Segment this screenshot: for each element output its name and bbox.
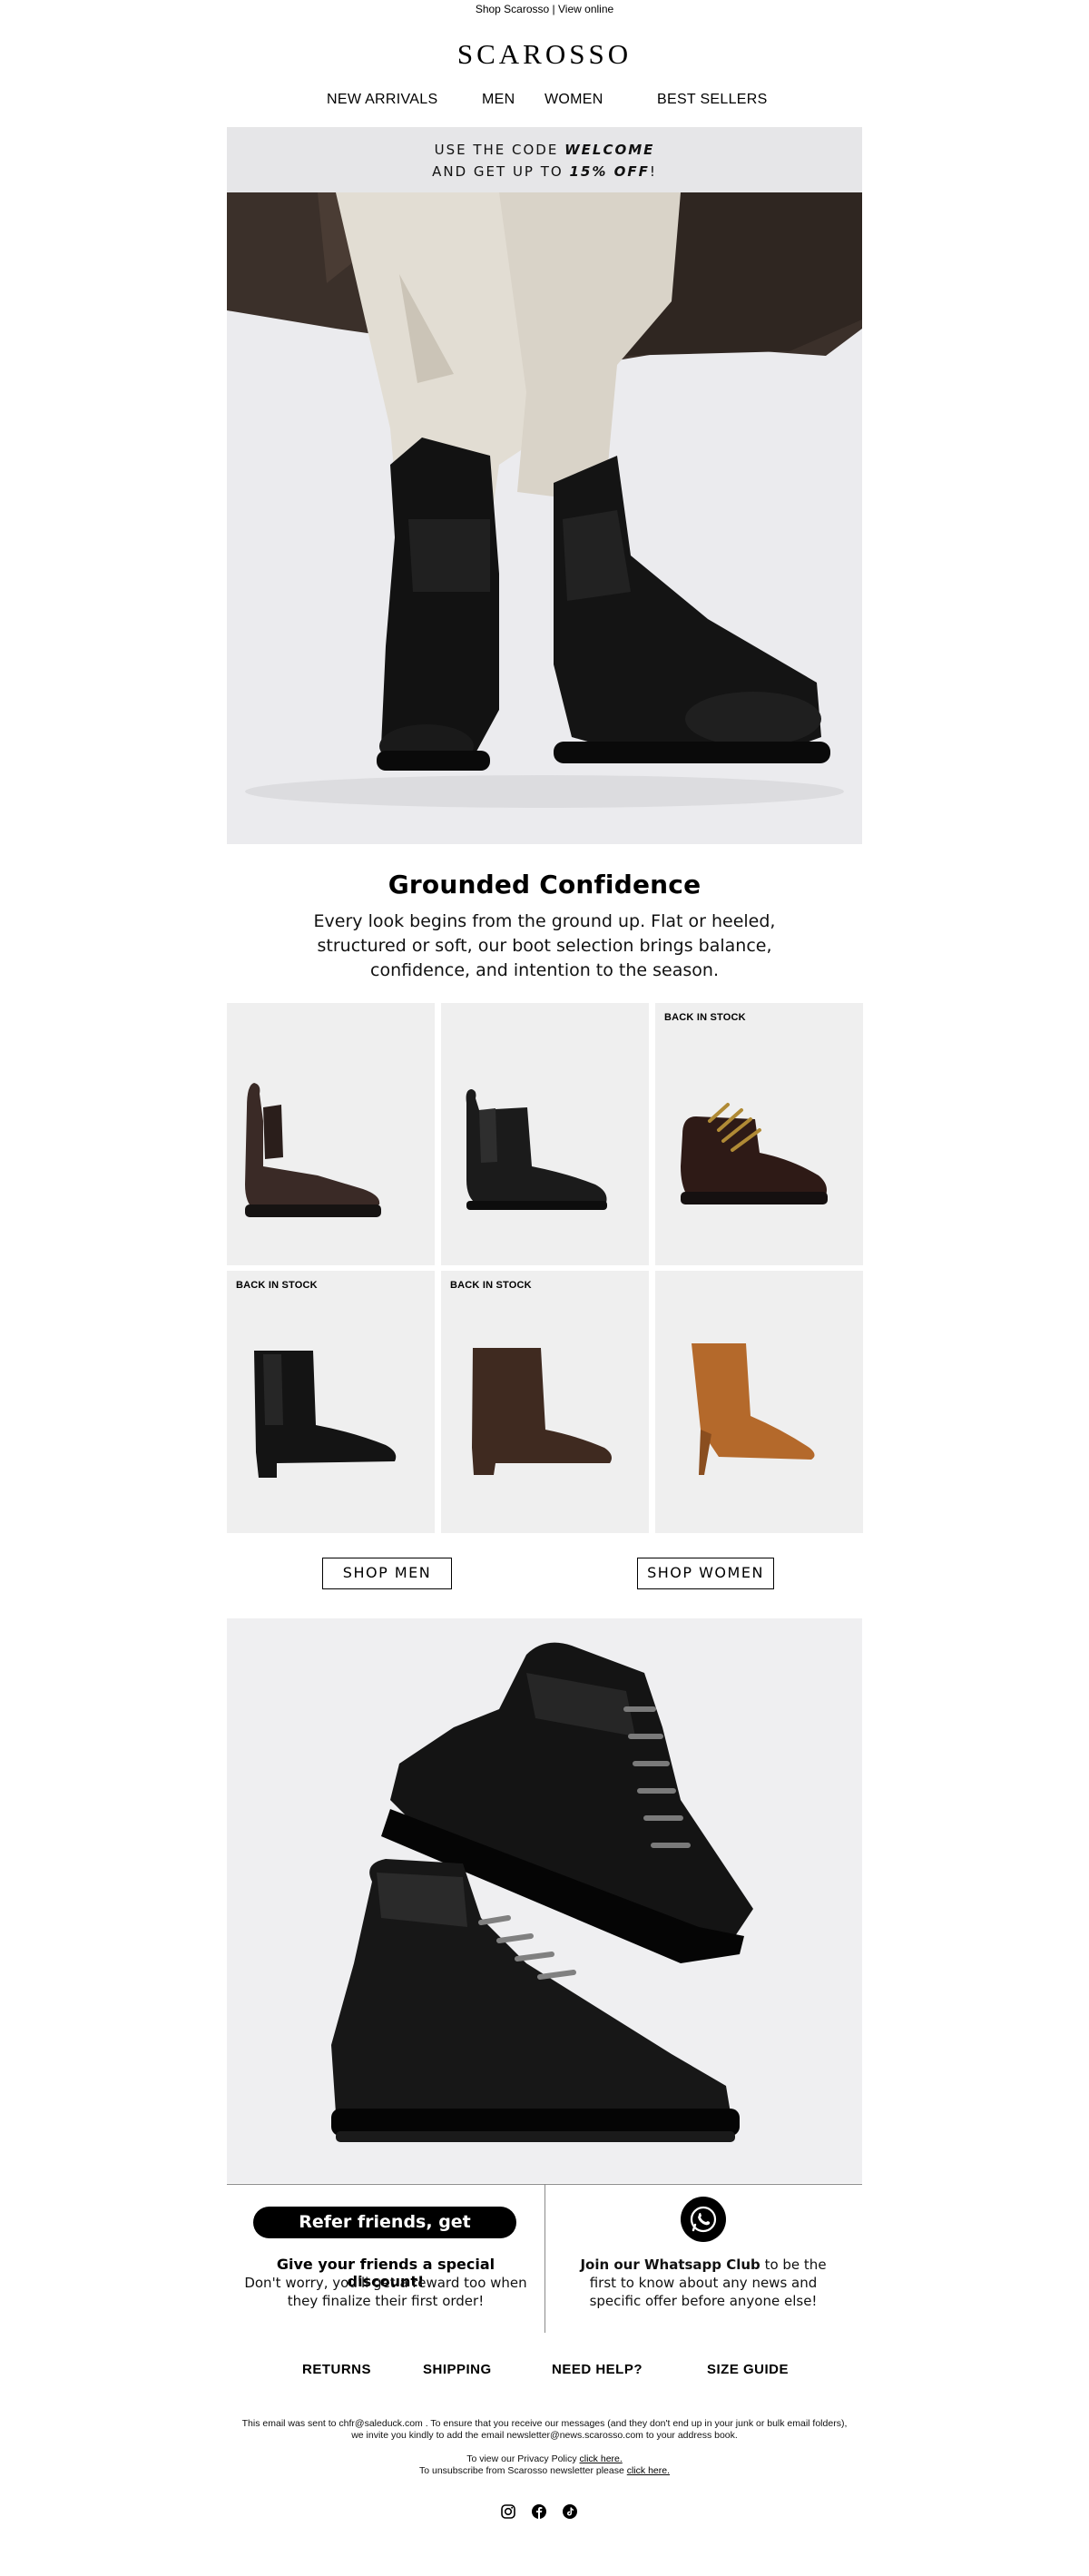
privacy-link[interactable]: click here.	[580, 2453, 623, 2464]
product-image-4	[254, 1351, 397, 1478]
whatsapp-icon[interactable]	[681, 2197, 726, 2242]
preheader: Shop Scarosso | View online	[0, 0, 1089, 18]
promo-line-1: USE THE CODE WELCOME	[434, 142, 655, 158]
whatsapp-club-link[interactable]: Join our Whatsapp Club	[580, 2256, 760, 2273]
hero-image-2[interactable]	[227, 1618, 862, 2183]
facebook-icon[interactable]	[531, 2503, 547, 2520]
stacked-boots-illustration	[227, 1618, 862, 2183]
product-image-1	[245, 1083, 381, 1217]
product-image-6	[692, 1343, 815, 1475]
nav-best-sellers[interactable]: BEST SELLERS	[657, 90, 768, 110]
shop-women-button[interactable]: SHOP WOMEN	[637, 1558, 774, 1589]
footer-need-help-link[interactable]: NEED HELP?	[552, 2362, 643, 2377]
hero-boots-illustration	[227, 192, 862, 844]
promo-line-2: AND GET UP TO 15% OFF!	[432, 163, 657, 180]
view-online-link[interactable]: View online	[558, 3, 613, 15]
product-image-5	[472, 1348, 612, 1475]
referral-text: Don't worry, you'll get a reward too whe…	[244, 2275, 527, 2309]
footer-size-guide-link[interactable]: SIZE GUIDE	[707, 2362, 789, 2377]
instagram-glyph	[501, 2504, 515, 2519]
refer-friends-button[interactable]: Refer friends, get rewards!	[253, 2207, 516, 2264]
preheader-separator: |	[552, 3, 555, 15]
hero-image[interactable]	[227, 192, 862, 844]
whatsapp-text: Join our Whatsapp Club to be the first t…	[580, 2256, 827, 2309]
unsubscribe-link[interactable]: click here.	[627, 2465, 670, 2476]
promo-banner[interactable]: USE THE CODE WELCOME AND GET UP TO 15% O…	[227, 127, 862, 192]
product-tile-5[interactable]: BACK IN STOCK	[441, 1271, 649, 1533]
facebook-glyph	[532, 2504, 546, 2519]
nav-new-arrivals[interactable]: NEW ARRIVALS	[327, 90, 437, 110]
product-tile-6[interactable]	[655, 1271, 863, 1533]
promo-discount: 15% OFF	[569, 163, 650, 180]
product-tile-4[interactable]: BACK IN STOCK	[227, 1271, 435, 1533]
product-image-2	[466, 1089, 607, 1210]
privacy-line: To view our Privacy Policy click here.	[466, 2453, 623, 2464]
whatsapp-glyph	[690, 2206, 717, 2233]
shop-link[interactable]: Shop Scarosso	[476, 3, 549, 15]
footer-returns-link[interactable]: RETURNS	[302, 2362, 371, 2377]
product-tile-2[interactable]	[441, 1003, 649, 1265]
nav-women[interactable]: WOMEN	[544, 90, 603, 110]
promo-code: WELCOME	[564, 142, 655, 158]
footer-shipping-link[interactable]: SHIPPING	[423, 2362, 492, 2377]
unsubscribe-line: To unsubscribe from Scarosso newsletter …	[418, 2465, 671, 2476]
section-body: Every look begins from the ground up. Fl…	[313, 911, 776, 980]
instagram-icon[interactable]	[500, 2503, 516, 2520]
legal-line-1: This email was sent to chfr@saleduck.com…	[241, 2418, 848, 2429]
product-tile-1[interactable]	[227, 1003, 435, 1265]
column-divider	[544, 2184, 545, 2333]
tiktok-icon[interactable]	[562, 2503, 578, 2520]
tiktok-glyph	[563, 2504, 577, 2519]
product-tile-3[interactable]: BACK IN STOCK	[655, 1003, 863, 1265]
nav-men[interactable]: MEN	[482, 90, 515, 110]
brand-logo[interactable]: SCAROSSO	[0, 38, 1089, 71]
section-headline: Grounded Confidence	[388, 870, 701, 900]
product-image-3	[681, 1103, 828, 1204]
legal-line-2: we invite you kindly to add the email ne…	[351, 2430, 738, 2441]
shop-men-button[interactable]: SHOP MEN	[322, 1558, 452, 1589]
